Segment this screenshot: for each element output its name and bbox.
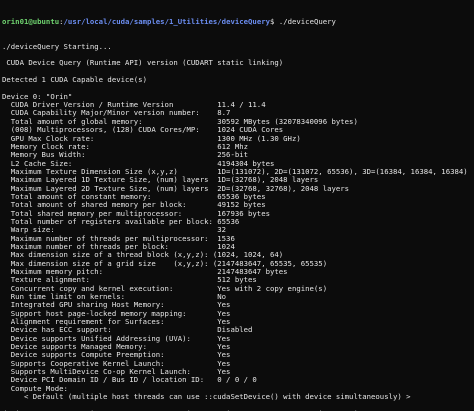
terminal-output: ./deviceQuery Starting... CUDA Device Qu… bbox=[2, 41, 474, 411]
output-line: < Default (multiple host threads can use… bbox=[2, 392, 411, 402]
output-line: Detected 1 CUDA Capable device(s) bbox=[2, 75, 147, 85]
terminal-window[interactable]: orin01@ubuntu:/usr/local/cuda/samples/1_… bbox=[0, 0, 474, 411]
prompt-command: ./deviceQuery bbox=[274, 16, 336, 26]
prompt-user-host: orin01@ubuntu bbox=[2, 16, 60, 26]
output-line: Device PCI Domain ID / Bus ID / location… bbox=[2, 375, 257, 385]
prompt-path: /usr/local/cuda/samples/1_Utilities/devi… bbox=[63, 16, 271, 26]
output-line: CUDA Device Query (Runtime API) version … bbox=[2, 58, 284, 68]
output-line: ./deviceQuery Starting... bbox=[2, 41, 112, 51]
command-prompt-line: orin01@ubuntu:/usr/local/cuda/samples/1_… bbox=[2, 16, 474, 26]
